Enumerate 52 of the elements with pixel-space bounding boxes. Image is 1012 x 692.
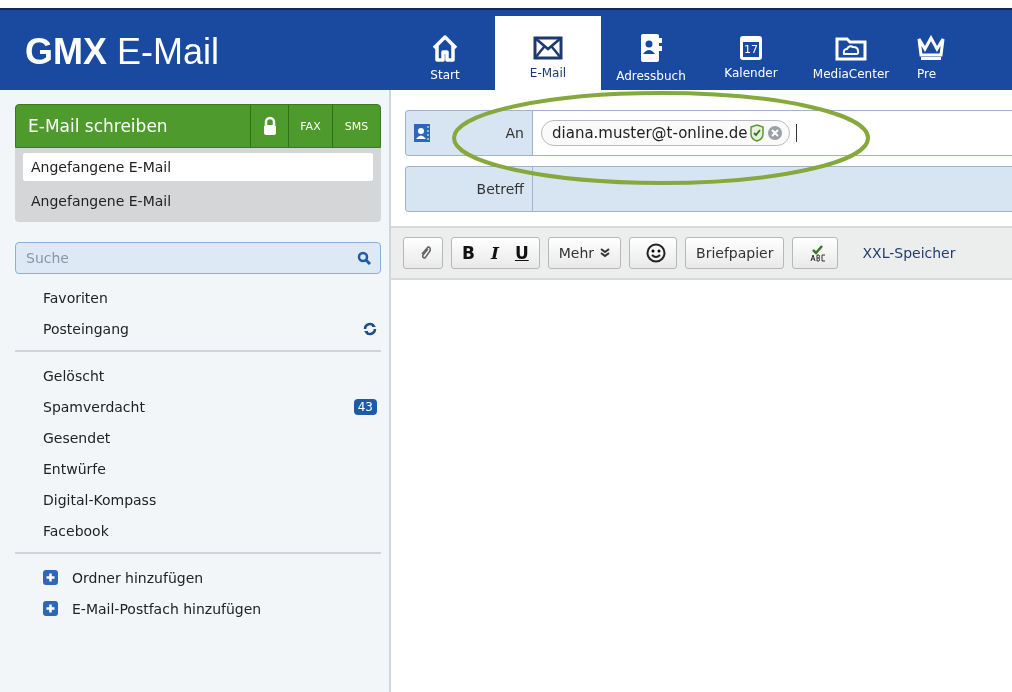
folder-link[interactable]: Digital-Kompass [43, 491, 157, 508]
compose-button[interactable]: E-Mail schreiben [16, 105, 250, 147]
more-button[interactable]: Mehr [547, 237, 622, 269]
to-label: An [505, 125, 524, 141]
paperclip-icon [420, 245, 432, 261]
smiley-icon [646, 243, 667, 263]
add-link[interactable]: E-Mail-Postfach hinzufügen [72, 600, 262, 617]
refresh-icon[interactable] [363, 321, 377, 336]
nav-tab[interactable]: MediaCenter [801, 16, 901, 96]
spellcheck-icon [809, 244, 828, 262]
folder-link[interactable]: Spamverdacht [43, 398, 145, 415]
spellcheck-button[interactable] [792, 237, 839, 269]
calendar-icon: 17 [740, 35, 762, 60]
address-book-icon [639, 32, 663, 63]
search-icon [357, 251, 371, 265]
stationery-button[interactable]: Briefpapier [685, 237, 785, 269]
padlock-icon [262, 116, 277, 136]
nav-tab[interactable]: Start [395, 16, 495, 96]
format-button[interactable]: U [508, 243, 535, 263]
draft-item[interactable]: Angefangene E-Mail [23, 153, 373, 181]
envelope-icon [533, 35, 563, 60]
unread-count-badge: 43 [353, 398, 377, 415]
nav-tab[interactable]: Pre [901, 16, 961, 96]
folder-link[interactable]: Gelöscht [43, 367, 105, 384]
draft-item[interactable]: Angefangene E-Mail [23, 187, 373, 215]
emoji-button[interactable] [629, 237, 678, 269]
folder-link[interactable]: Favoriten [43, 289, 108, 306]
recipient-chip[interactable]: diana.muster@t-online.de [541, 120, 791, 146]
plus-icon [43, 570, 58, 585]
plus-icon [43, 601, 58, 616]
sms-button[interactable]: SMS [332, 105, 380, 147]
folder-link[interactable]: Entwürfe [43, 460, 106, 477]
logo[interactable]: GMX E-Mail [25, 31, 395, 73]
home-icon [432, 33, 458, 62]
subject-label: Betreff [476, 181, 524, 197]
contact-card-icon[interactable] [414, 124, 430, 142]
folder-link[interactable]: Facebook [43, 522, 109, 539]
nav-tab[interactable]: Adressbuch [601, 16, 701, 96]
folder-link[interactable]: Posteingang [43, 320, 129, 337]
search-field[interactable]: Suche [15, 242, 381, 274]
format-button[interactable]: B [456, 243, 481, 263]
fax-button[interactable]: FAX [288, 105, 332, 147]
format-button[interactable]: I [484, 243, 505, 263]
crown-icon [917, 34, 945, 61]
storage-link[interactable]: XXL-Speicher [862, 245, 956, 261]
to-field[interactable]: diana.muster@t-online.de [533, 111, 1012, 155]
remove-icon[interactable] [767, 125, 784, 141]
folder-link[interactable]: Gesendet [43, 429, 111, 446]
attach-button[interactable] [403, 237, 443, 269]
add-link[interactable]: Ordner hinzufügen [72, 569, 204, 586]
double-chevron-icon [600, 248, 611, 258]
nav-tab[interactable]: 17 Kalender [701, 16, 801, 96]
